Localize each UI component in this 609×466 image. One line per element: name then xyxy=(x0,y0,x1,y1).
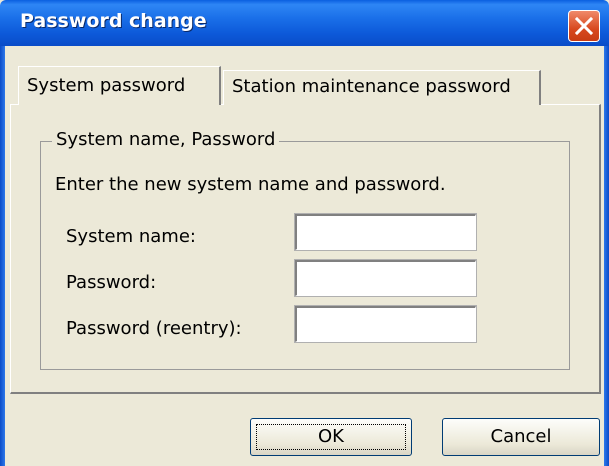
instruction-text: Enter the new system name and password. xyxy=(55,174,446,195)
password-label: Password: xyxy=(66,272,157,293)
system-name-input[interactable] xyxy=(294,213,477,251)
password-change-dialog: Password change System password Station … xyxy=(0,0,609,466)
system-name-label: System name: xyxy=(66,226,196,247)
focus-rectangle xyxy=(256,424,406,450)
password-reentry-input[interactable] xyxy=(294,305,477,343)
cancel-button-label: Cancel xyxy=(490,426,552,447)
title-bar[interactable]: Password change xyxy=(0,0,609,46)
window-frame-left xyxy=(0,46,5,466)
dialog-title: Password change xyxy=(20,10,207,32)
cancel-button[interactable]: Cancel xyxy=(442,418,600,456)
tab-system-password[interactable]: System password xyxy=(18,66,221,105)
close-button[interactable] xyxy=(568,10,600,42)
password-reentry-label: Password (reentry): xyxy=(66,318,242,339)
ok-button[interactable]: OK xyxy=(250,418,412,456)
window-frame-right xyxy=(604,46,609,466)
close-icon xyxy=(575,17,593,35)
group-legend: System name, Password xyxy=(52,129,280,150)
tab-station-maintenance-password[interactable]: Station maintenance password xyxy=(223,70,541,105)
password-input[interactable] xyxy=(294,259,477,297)
